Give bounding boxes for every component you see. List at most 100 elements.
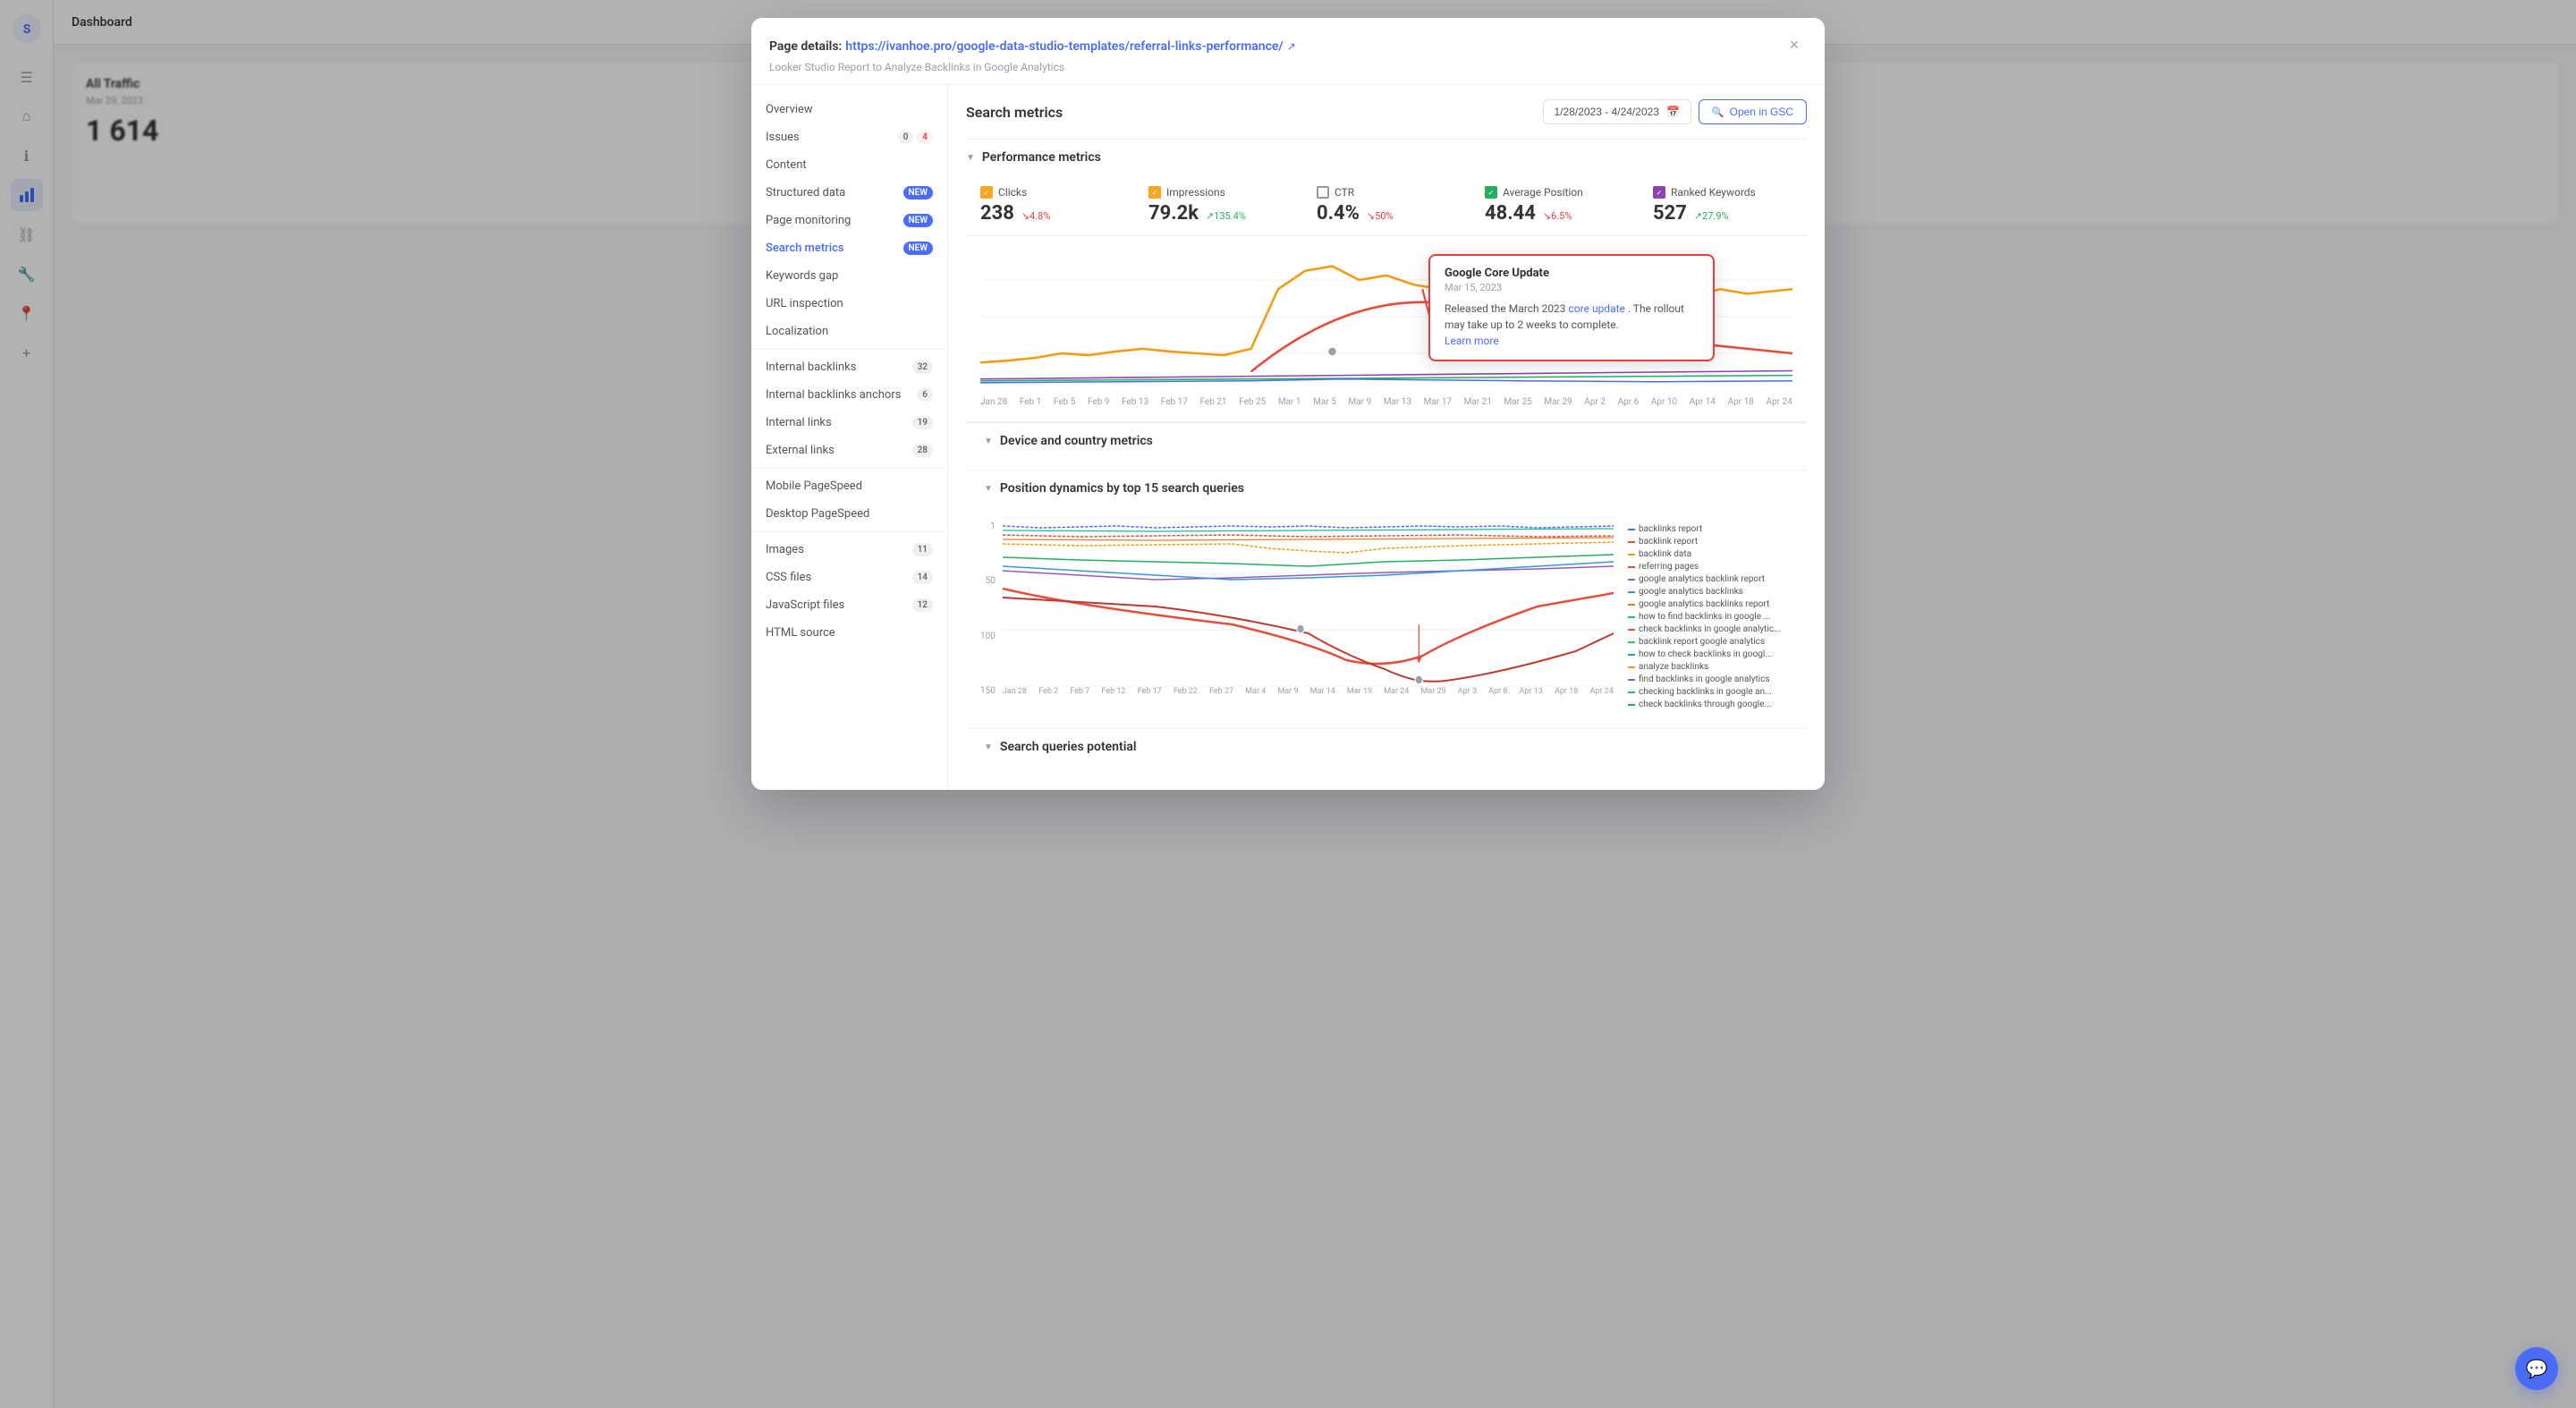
- nav-item-mobile-pagespeed[interactable]: Mobile PageSpeed: [751, 472, 947, 500]
- open-gsc-label: Open in GSC: [1730, 106, 1793, 118]
- open-gsc-button[interactable]: 🔍 Open in GSC: [1699, 99, 1807, 124]
- nav-item-overview[interactable]: Overview: [751, 96, 947, 123]
- nav-item-css-files[interactable]: CSS files14: [751, 564, 947, 591]
- nav-item-label-css-files: CSS files: [766, 571, 912, 584]
- nav-item-search-metrics[interactable]: Search metricsNEW: [751, 234, 947, 262]
- legend-item: backlinks report: [1628, 524, 1807, 534]
- nav-item-internal-links[interactable]: Internal links19: [751, 409, 947, 437]
- nav-item-label-desktop-pagespeed: Desktop PageSpeed: [766, 507, 933, 521]
- modal-url-link[interactable]: https://ivanhoe.pro/google-data-studio-t…: [845, 39, 1283, 54]
- nav-item-label-html-source: HTML source: [766, 626, 933, 640]
- nav-item-url-inspection[interactable]: URL inspection: [751, 290, 947, 318]
- learn-more-link[interactable]: Learn more: [1445, 335, 1499, 347]
- nav-item-structured-data[interactable]: Structured dataNEW: [751, 179, 947, 207]
- nav-item-label-internal-backlinks: Internal backlinks: [766, 360, 912, 374]
- nav-item-label-content: Content: [766, 158, 933, 172]
- legend-color-dot: [1628, 566, 1635, 568]
- core-update-tooltip: Google Core Update Mar 15, 2023 Released…: [1428, 254, 1715, 361]
- nav-item-label-images: Images: [766, 543, 912, 556]
- nav-item-content[interactable]: Content: [751, 151, 947, 179]
- legend-label: backlink report: [1639, 537, 1698, 547]
- legend-label: how to find backlinks in google ...: [1639, 612, 1770, 622]
- queries-title: Search queries potential: [1000, 740, 1137, 754]
- legend-color-dot: [1628, 629, 1635, 631]
- performance-chevron-icon: ▼: [966, 153, 975, 163]
- nav-item-page-monitoring[interactable]: Page monitoringNEW: [751, 207, 947, 234]
- search-icon: 🔍: [1712, 106, 1724, 118]
- legend-item: analyze backlinks: [1628, 662, 1807, 672]
- nav-badge-internal-backlinks: 32: [912, 360, 933, 374]
- nav-item-label-localization: Localization: [766, 325, 933, 338]
- chat-button[interactable]: 💬: [2515, 1347, 2558, 1390]
- legend-item: google analytics backlinks: [1628, 587, 1807, 597]
- metric-change-ranked-keywords: ↗27.9%: [1694, 210, 1729, 222]
- nav-item-label-internal-backlinks-anchors: Internal backlinks anchors: [766, 388, 917, 402]
- core-update-link[interactable]: core update: [1569, 302, 1625, 315]
- device-section-header[interactable]: ▼ Device and country metrics: [966, 422, 1807, 459]
- legend-color-dot: [1628, 579, 1635, 581]
- legend-color-dot: [1628, 704, 1635, 706]
- date-range-label: 1/28/2023 - 4/24/2023: [1555, 106, 1659, 118]
- metric-label-clicks: ✓ Clicks: [980, 186, 1120, 199]
- metrics-row: ✓ Clicks 238 ↘4.8% ✓ Impressions 79.2k ↗…: [966, 175, 1807, 236]
- nav-item-html-source[interactable]: HTML source: [751, 619, 947, 647]
- tooltip-title: Google Core Update: [1445, 267, 1699, 280]
- panel-header: Search metrics 1/28/2023 - 4/24/2023 📅 🔍…: [966, 99, 1807, 124]
- metric-value-impressions: 79.2k: [1148, 202, 1199, 225]
- queries-section-header[interactable]: ▼ Search queries potential: [966, 728, 1807, 765]
- legend-item: backlink data: [1628, 549, 1807, 559]
- metric-label-avg-position: ✓ Average Position: [1485, 186, 1624, 199]
- legend-item: referring pages: [1628, 562, 1807, 572]
- chat-icon: 💬: [2526, 1358, 2548, 1379]
- legend-item: backlink report google analytics: [1628, 637, 1807, 647]
- legend-item: check backlinks through google...: [1628, 700, 1807, 709]
- position-chart: 1 50 100 150: [980, 517, 1614, 714]
- metric-change-ctr: ↘50%: [1367, 210, 1394, 222]
- performance-section-header[interactable]: ▼ Performance metrics: [966, 139, 1807, 165]
- legend-color-dot: [1628, 654, 1635, 656]
- position-legend: backlinks report backlink report backlin…: [1628, 517, 1807, 714]
- position-title: Position dynamics by top 15 search queri…: [1000, 481, 1244, 496]
- nav-badge-images: 11: [912, 543, 933, 556]
- legend-color-dot: [1628, 554, 1635, 556]
- legend-color-dot: [1628, 641, 1635, 643]
- modal-overlay[interactable]: Page details: https://ivanhoe.pro/google…: [0, 0, 2576, 1408]
- nav-badge-external-links: 28: [912, 444, 933, 457]
- metric-change-impressions: ↗135.4%: [1206, 210, 1246, 222]
- modal-close-button[interactable]: ×: [1782, 32, 1807, 57]
- external-link-icon: ↗: [1287, 40, 1296, 53]
- modal-subtitle: Looker Studio Report to Analyze Backlink…: [769, 61, 1807, 73]
- nav-item-label-javascript-files: JavaScript files: [766, 598, 912, 612]
- queries-chevron-icon: ▼: [984, 742, 993, 752]
- metric-value-ctr: 0.4%: [1317, 202, 1360, 225]
- nav-item-label-external-links: External links: [766, 444, 912, 457]
- legend-item: find backlinks in google analytics: [1628, 674, 1807, 684]
- nav-item-keywords-gap[interactable]: Keywords gap: [751, 262, 947, 290]
- nav-item-internal-backlinks-anchors[interactable]: Internal backlinks anchors6: [751, 381, 947, 409]
- legend-color-dot: [1628, 604, 1635, 606]
- legend-color-dot: [1628, 679, 1635, 681]
- nav-item-label-mobile-pagespeed: Mobile PageSpeed: [766, 479, 933, 493]
- legend-label: google analytics backlinks report: [1639, 599, 1769, 609]
- position-chevron-icon: ▼: [984, 484, 993, 494]
- nav-item-external-links[interactable]: External links28: [751, 437, 947, 464]
- position-section-header[interactable]: ▼ Position dynamics by top 15 search que…: [966, 470, 1807, 506]
- tooltip-body: Released the March 2023 core update . Th…: [1445, 301, 1699, 349]
- legend-color-dot: [1628, 616, 1635, 618]
- date-range-button[interactable]: 1/28/2023 - 4/24/2023 📅: [1543, 99, 1691, 124]
- nav-item-desktop-pagespeed[interactable]: Desktop PageSpeed: [751, 500, 947, 528]
- nav-item-internal-backlinks[interactable]: Internal backlinks32: [751, 353, 947, 381]
- nav-item-localization[interactable]: Localization: [751, 318, 947, 345]
- legend-label: how to check backlinks in googl...: [1639, 649, 1772, 659]
- nav-item-javascript-files[interactable]: JavaScript files12: [751, 591, 947, 619]
- modal-title: Page details: https://ivanhoe.pro/google…: [769, 37, 1296, 54]
- nav-item-issues[interactable]: Issues04: [751, 123, 947, 151]
- legend-item: google analytics backlinks report: [1628, 599, 1807, 609]
- legend-item: backlink report: [1628, 537, 1807, 547]
- search-metrics-panel: Search metrics 1/28/2023 - 4/24/2023 📅 🔍…: [948, 85, 1825, 790]
- nav-item-images[interactable]: Images11: [751, 536, 947, 564]
- legend-label: referring pages: [1639, 562, 1699, 572]
- nav-badge-issues: 04: [898, 131, 933, 144]
- legend-label: check backlinks in google analytic...: [1639, 624, 1781, 634]
- chart-x-labels: Jan 28 Feb 1 Feb 5 Feb 9 Feb 13 Feb 17 F…: [966, 397, 1807, 414]
